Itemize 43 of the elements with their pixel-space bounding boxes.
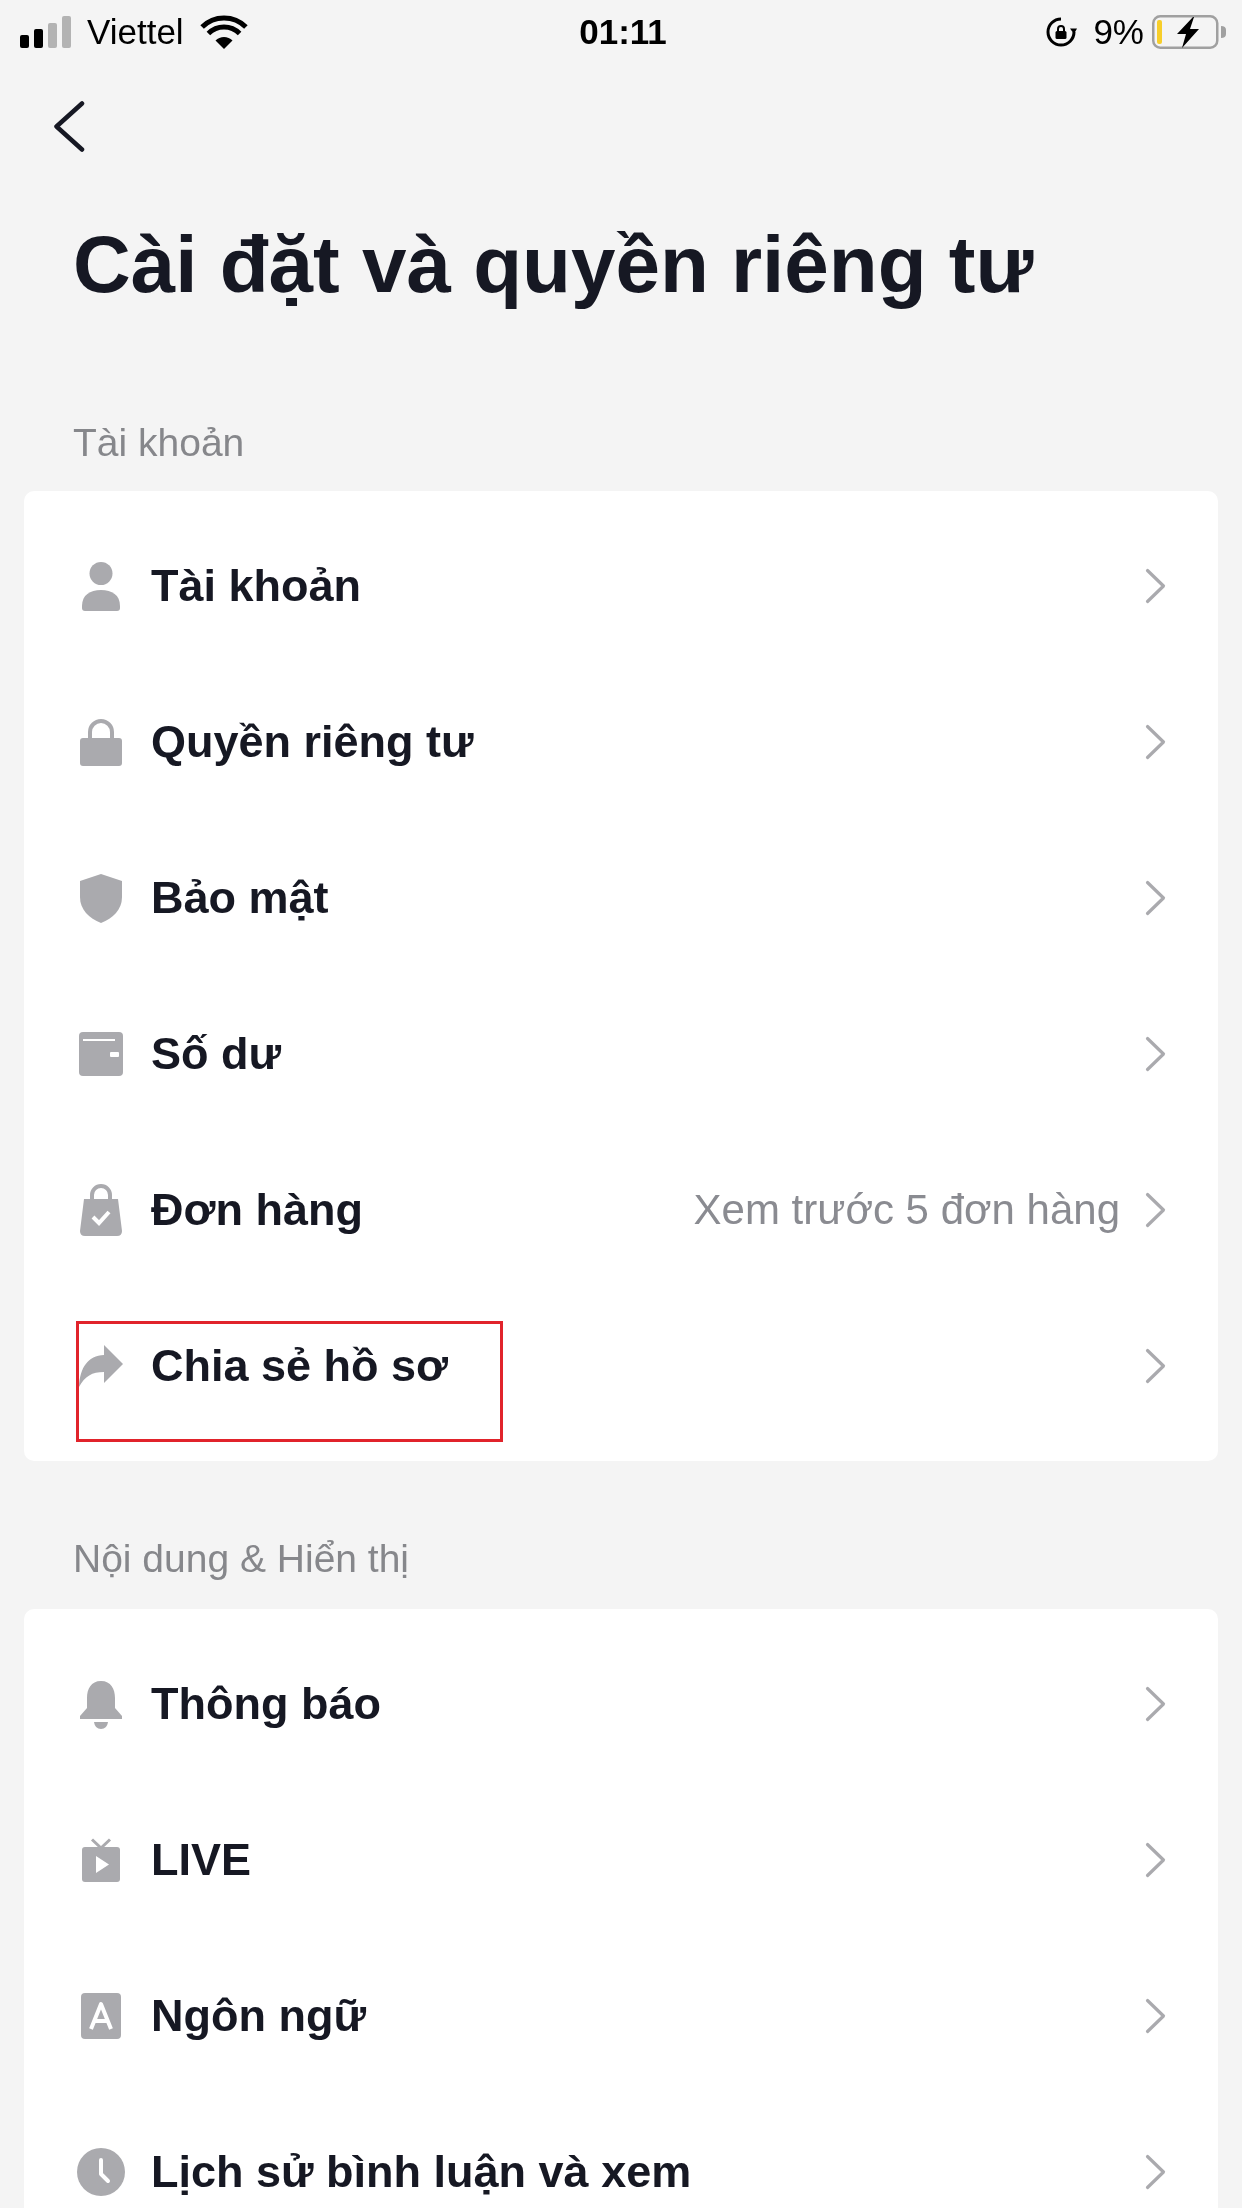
back-button[interactable] [53,101,85,152]
wifi-icon [199,15,248,49]
page-title: Cài đặt và quyền riêng tư [73,219,1034,311]
settings-item[interactable]: Chia sẻ hồ sơ [151,1339,449,1393]
wallet-icon [79,1032,123,1076]
settings-item[interactable]: Số dư [151,1027,282,1081]
settings-item[interactable]: Quyền riêng tư [151,715,474,769]
settings-item[interactable]: Lịch sử bình luận và xem [151,2145,692,2199]
settings-item[interactable]: Thông báo [151,1677,381,1731]
rotation-lock-icon [1045,16,1078,48]
shield-icon [80,873,122,923]
lock-icon [80,718,122,766]
settings-item[interactable]: Tài khoản [151,559,362,613]
chevron-right-icon [1145,1842,1166,1878]
person-icon [82,561,120,611]
chevron-right-icon [1145,724,1166,760]
share-icon [79,1345,123,1387]
chevron-right-icon [1145,1686,1166,1722]
battery-charging-icon [1152,15,1226,49]
chevron-right-icon [1145,1998,1166,2034]
chevron-right-icon [1145,880,1166,916]
chevron-right-icon [1145,1036,1166,1072]
tv-play-icon [82,1838,120,1882]
settings-item[interactable]: Đơn hàng [151,1183,363,1237]
shopping-bag-check-icon [80,1184,122,1236]
bell-icon [79,1679,123,1729]
chevron-right-icon [1145,1348,1166,1384]
status-time: 01:11 [579,12,667,52]
chevron-left-icon [53,101,85,152]
item-detail-text: Xem trước 5 đơn hàng [693,1185,1120,1235]
chevron-right-icon [1145,1192,1166,1228]
carrier-name: Viettel [87,12,184,52]
section-header: Nội dung & Hiển thị [73,1536,410,1582]
clock-icon [77,2148,125,2196]
battery-percent: 9% [1093,12,1144,52]
settings-item[interactable]: LIVE [151,1833,252,1887]
settings-item[interactable]: Bảo mật [151,871,329,925]
letter-tile-icon [81,1993,121,2039]
settings-item[interactable]: Ngôn ngữ [151,1989,367,2043]
chevron-right-icon [1145,2154,1166,2190]
section-header: Tài khoản [73,420,245,466]
chevron-right-icon [1145,568,1166,604]
signal-bars-icon [20,16,71,48]
